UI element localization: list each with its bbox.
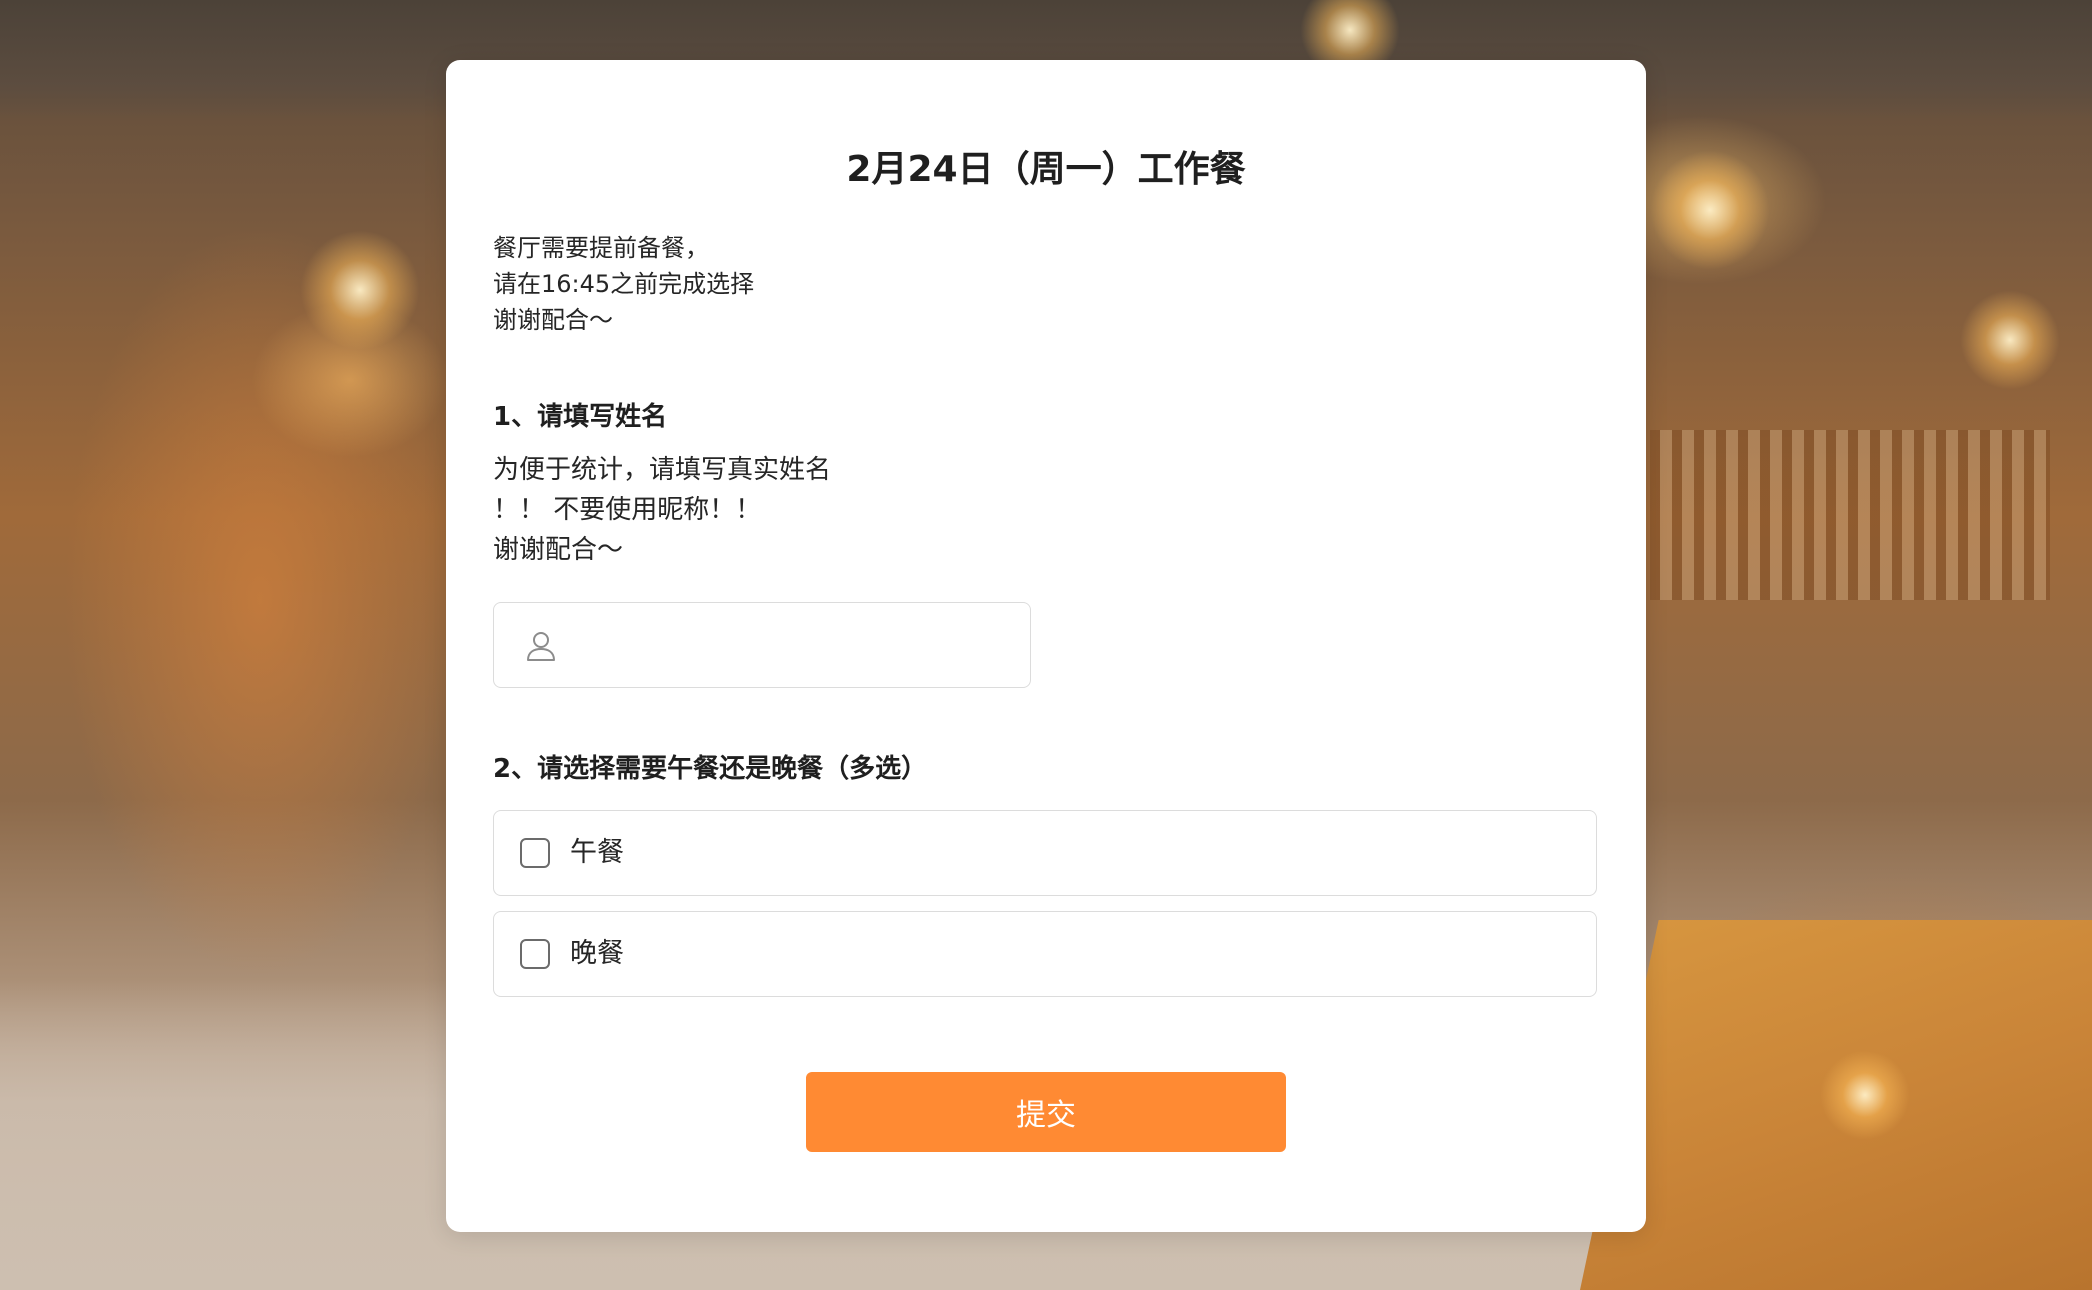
submit-button[interactable]: 提交 — [806, 1072, 1286, 1152]
form-title: 2月24日（周一）工作餐 — [846, 149, 1246, 190]
option-dinner[interactable]: 晚餐 — [493, 911, 1597, 997]
name-input[interactable] — [578, 621, 1012, 671]
intro-line: 餐厅需要提前备餐， — [493, 234, 709, 262]
description-line: 谢谢配合～ — [493, 535, 624, 565]
form-card: 2月24日（周一）工作餐 餐厅需要提前备餐， 请在16:45之前完成选择 谢谢配… — [446, 60, 1646, 1232]
lunch-checkbox[interactable] — [520, 838, 550, 868]
user-icon — [527, 632, 555, 661]
dinner-checkbox[interactable] — [520, 939, 550, 969]
option-label: 午餐 — [570, 837, 624, 868]
option-label: 晚餐 — [570, 938, 624, 969]
background-lamp-glow — [1960, 290, 2060, 390]
description-line: 为便于统计，请填写真实姓名 — [493, 455, 832, 485]
background-lamp-glow — [1650, 150, 1770, 270]
question-2-title: 2、请选择需要午餐还是晚餐（多选） — [493, 754, 928, 784]
background-lamp-glow — [300, 230, 420, 350]
intro-line: 谢谢配合～ — [493, 306, 613, 334]
question-1-title: 1、请填写姓名 — [493, 402, 668, 432]
form-intro: 餐厅需要提前备餐， 请在16:45之前完成选择 谢谢配合～ — [493, 230, 754, 338]
intro-line: 请在16:45之前完成选择 — [493, 270, 755, 298]
background-bar-shelf — [1650, 430, 2050, 600]
option-lunch[interactable]: 午餐 — [493, 810, 1597, 896]
name-field[interactable] — [493, 602, 1031, 688]
description-line: ！！ 不要使用昵称！！ — [493, 495, 762, 525]
background-lamp-glow — [1820, 1050, 1910, 1140]
question-1-description: 为便于统计，请填写真实姓名 ！！ 不要使用昵称！！ 谢谢配合～ — [493, 450, 831, 570]
